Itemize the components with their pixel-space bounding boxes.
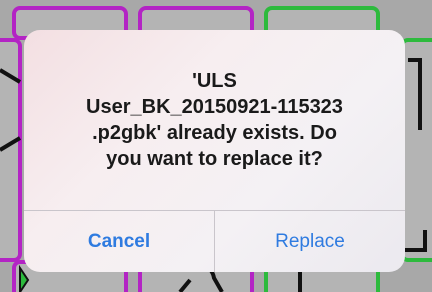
- replace-button[interactable]: Replace: [215, 211, 405, 272]
- background-card: [400, 38, 432, 262]
- alert-message-line: 'ULS: [192, 70, 237, 92]
- cancel-button[interactable]: Cancel: [24, 211, 214, 272]
- alert-message-line: you want to replace it?: [106, 148, 323, 170]
- replace-file-alert: 'ULS User_BK_20150921-115323 .p2gbk' alr…: [24, 30, 405, 272]
- alert-message-line: .p2gbk' already exists. Do: [92, 122, 337, 144]
- alert-message: 'ULS User_BK_20150921-115323 .p2gbk' alr…: [24, 30, 405, 210]
- alert-message-line: User_BK_20150921-115323: [86, 96, 343, 118]
